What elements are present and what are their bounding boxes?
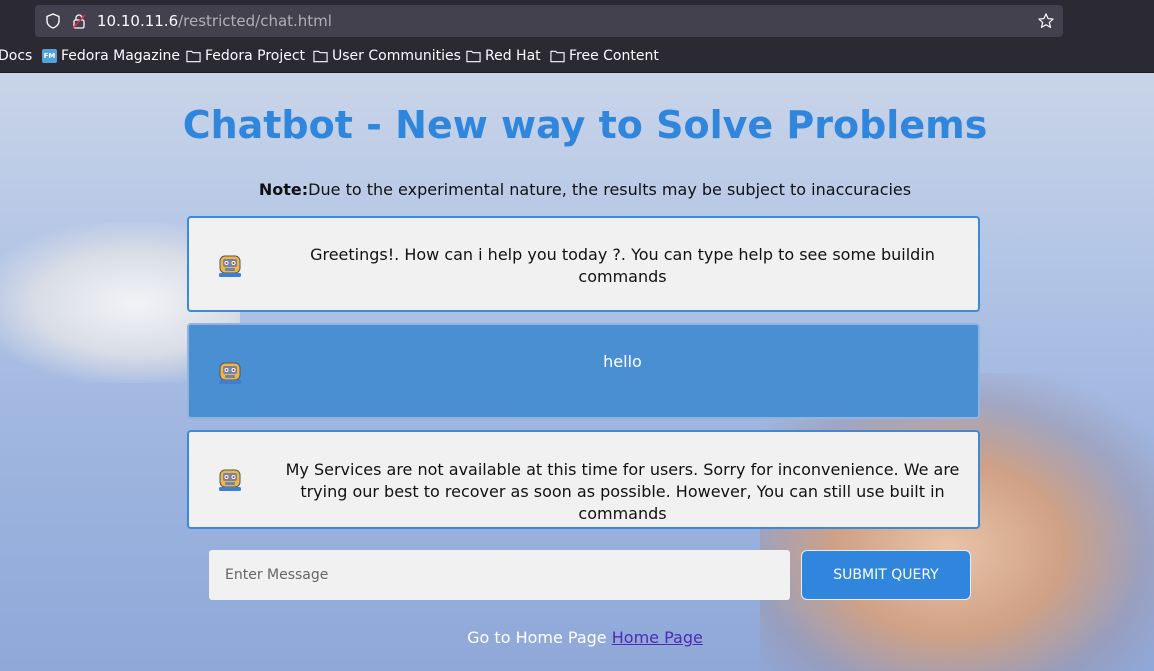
browser-toolbar: 10.10.11.6/restricted/chat.html [0,0,1154,42]
page-title: Chatbot - New way to Solve Problems [182,103,988,147]
message-text: hello [603,352,642,371]
robot-avatar-icon [219,469,241,491]
home-page-link[interactable]: Home Page [612,628,703,647]
note-label: Note: [258,180,309,199]
chat-message-bot: My Services are not available at this ti… [187,430,980,529]
bookmark-free-content[interactable]: Free Content [550,48,659,64]
bookmark-label: Red Hat [485,48,541,64]
url-bar[interactable]: 10.10.11.6/restricted/chat.html [35,5,1063,37]
bookmark-red-hat[interactable]: Red Hat [466,48,541,64]
footer-text: Go to Home Page [467,628,607,647]
chat-message-bot: Greetings!. How can i help you today ?. … [187,216,980,312]
message-text: My Services are not available at this ti… [285,460,960,523]
message-input[interactable] [209,550,790,600]
bookmark-fedora-magazine[interactable]: FM Fedora Magazine [42,48,180,64]
url-text[interactable]: 10.10.11.6/restricted/chat.html [97,12,332,30]
disclaimer-note: Note:Due to the experimental nature, the… [0,180,1154,199]
bookmark-star-icon[interactable] [1037,12,1055,30]
bookmark-docs[interactable]: Docs [0,48,32,64]
fedora-magazine-icon: FM [42,49,57,63]
note-text: Due to the experimental nature, the resu… [308,180,912,199]
folder-icon [466,50,481,63]
chat-message-user: hello [187,323,980,419]
bookmark-label: Fedora Magazine [61,48,180,64]
bookmark-label: Fedora Project [205,48,306,64]
bookmark-label: User Communities [332,48,461,64]
folder-icon [186,50,201,63]
bookmark-fedora-project[interactable]: Fedora Project [186,48,305,64]
bookmark-user-communities[interactable]: User Communities [313,48,461,64]
footer: Go to Home Page Home Page [0,628,1154,647]
folder-icon [550,50,565,63]
message-text: Greetings!. How can i help you today ?. … [310,245,935,286]
bookmark-label: Free Content [569,48,659,64]
tracking-protection-shield-icon[interactable] [45,13,61,29]
submit-query-button[interactable]: SUBMIT QUERY [801,550,971,600]
message-input-wrapper [209,550,790,600]
url-host: 10.10.11.6 [97,12,179,30]
insecure-lock-icon[interactable] [71,13,87,29]
url-path: /restricted/chat.html [178,12,332,30]
folder-icon [313,50,328,63]
bookmarks-toolbar: Docs FM Fedora Magazine Fedora Project U… [0,42,1154,73]
robot-avatar-icon [219,255,241,277]
chat-page: Chatbot - New way to Solve Problems Note… [0,73,1154,671]
robot-avatar-icon [219,362,241,384]
bookmark-label: Docs [0,48,33,64]
